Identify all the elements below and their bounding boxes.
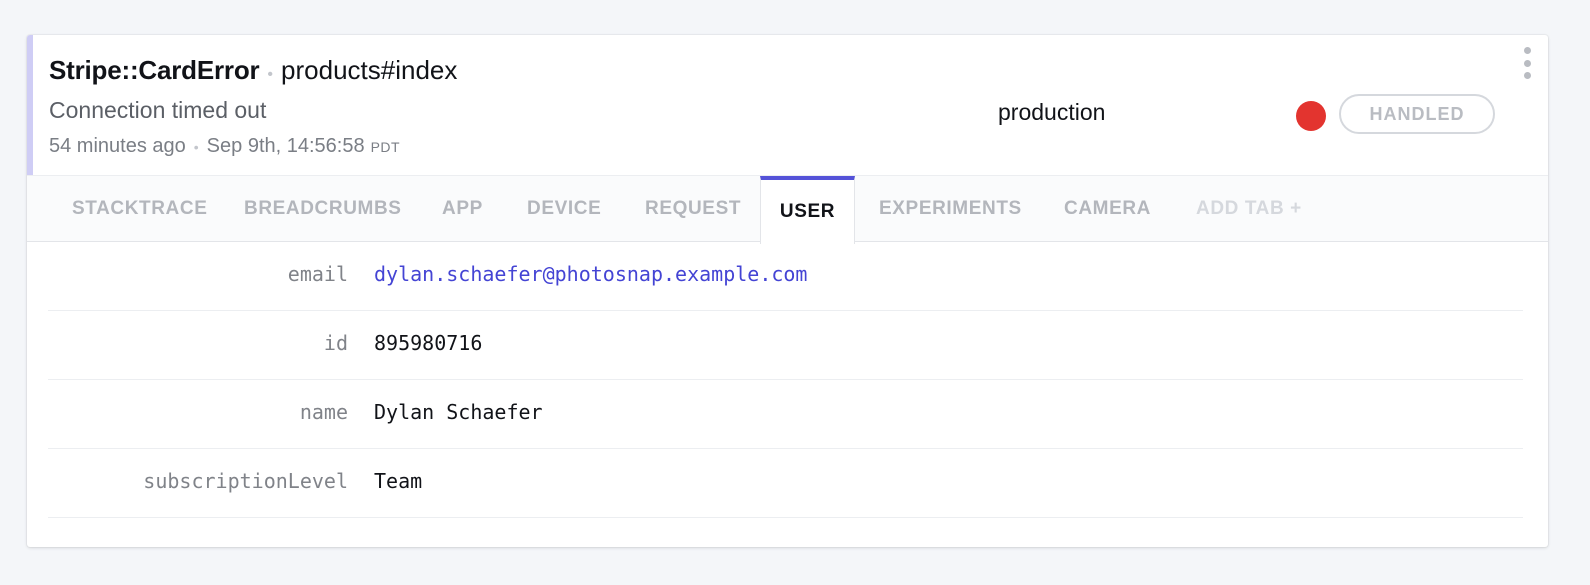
error-time-row: 54 minutes ago • Sep 9th, 14:56:58 PDT — [49, 135, 400, 158]
row-value-name: Dylan Schaefer — [374, 400, 543, 424]
tab-app[interactable]: APP — [442, 176, 483, 242]
error-header: Stripe::CardError • products#index Conne… — [27, 35, 1548, 175]
dot — [1523, 72, 1531, 79]
tab-camera[interactable]: CAMERA — [1064, 176, 1151, 242]
table-row: name Dylan Schaefer — [48, 380, 1523, 449]
row-key-email: email — [287, 262, 348, 286]
error-context: products#index — [281, 55, 458, 85]
table-row: subscriptionLevel Team — [48, 449, 1523, 518]
row-value-id: 895980716 — [374, 331, 483, 355]
handled-badge[interactable]: HANDLED — [1339, 94, 1495, 134]
title-separator: • — [267, 66, 274, 83]
tab-device[interactable]: DEVICE — [527, 176, 601, 242]
error-card: Stripe::CardError • products#index Conne… — [27, 35, 1548, 547]
dot — [1523, 59, 1531, 67]
tab-bar: STACKTRACE BREADCRUMBS APP DEVICE REQUES… — [27, 175, 1548, 244]
error-title-row: Stripe::CardError • products#index — [49, 55, 457, 86]
user-data-table: email dylan.schaefer@photosnap.example.c… — [48, 242, 1523, 518]
tab-experiments[interactable]: EXPERIMENTS — [879, 176, 1022, 242]
tab-breadcrumbs[interactable]: BREADCRUMBS — [244, 176, 402, 242]
add-tab-button[interactable]: ADD TAB + — [1196, 176, 1302, 242]
tab-request[interactable]: REQUEST — [645, 176, 741, 242]
environment-label: production — [998, 99, 1106, 125]
email-link[interactable]: dylan.schaefer@photosnap.example.com — [374, 262, 807, 286]
tab-stacktrace[interactable]: STACKTRACE — [72, 176, 207, 242]
row-key-id: id — [323, 331, 348, 355]
row-value-subscription-level: Team — [374, 469, 423, 493]
error-message: Connection timed out — [49, 97, 267, 123]
row-key-name: name — [299, 400, 348, 424]
vertical-dots-icon[interactable] — [1520, 47, 1534, 79]
timezone: PDT — [370, 139, 401, 155]
time-separator: • — [193, 139, 199, 155]
dot — [1523, 47, 1531, 54]
table-row: email dylan.schaefer@photosnap.example.c… — [48, 242, 1523, 311]
row-key-subscription-level: subscriptionLevel — [143, 469, 348, 493]
severity-dot — [1296, 101, 1326, 131]
absolute-time: Sep 9th, 14:56:58 — [206, 135, 365, 157]
error-class[interactable]: Stripe::CardError — [49, 55, 260, 86]
relative-time: 54 minutes ago — [49, 135, 186, 157]
tab-user[interactable]: USER — [760, 176, 855, 244]
table-row: id 895980716 — [48, 311, 1523, 380]
